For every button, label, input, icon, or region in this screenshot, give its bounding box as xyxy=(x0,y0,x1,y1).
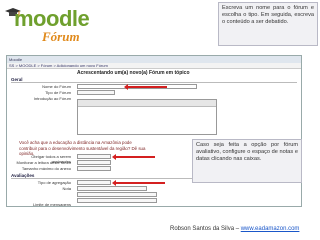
author-name: Robson Santos da Silva – xyxy=(170,226,241,232)
moodle-forum-logo: moodle Fórum xyxy=(4,2,90,46)
field-label-attachment: Tamanho máximo do anexo xyxy=(21,166,71,171)
editor-toolbar[interactable] xyxy=(78,100,216,107)
field-label-limit: Limite de mensagens xyxy=(32,202,71,207)
grade-select[interactable] xyxy=(77,186,147,191)
aggregate-select[interactable] xyxy=(77,180,111,185)
field-label-forum-type: Tipo de Fórum xyxy=(45,90,71,95)
field-label-intro: Introdução ao Fórum xyxy=(33,96,71,101)
site-link[interactable]: www.eadamazon.com xyxy=(241,226,300,232)
field-label-aggregate: Tipo de agregação xyxy=(37,180,71,185)
tracking-select[interactable] xyxy=(77,160,111,165)
logo-subtitle: Fórum xyxy=(42,29,80,44)
note-name-and-type: Escreva um nome para o fórum e escolha o… xyxy=(218,2,318,46)
breadcrumb[interactable]: SS > MOODLE > Fórum > Adicionando um nov… xyxy=(7,63,301,69)
date-from-select[interactable] xyxy=(77,192,157,197)
field-label-grade: Nota xyxy=(62,186,71,191)
intro-editor[interactable] xyxy=(77,99,217,135)
arrow-aggregate xyxy=(112,180,165,186)
date-to-select[interactable] xyxy=(77,198,157,203)
footer-credit: Robson Santos da Silva – www.eadamazon.c… xyxy=(170,226,299,232)
page-title: Acrescentando um(a) novo(a) Fórum em tóp… xyxy=(77,70,190,76)
field-label-forum-name: Nome do Fórum xyxy=(42,84,71,89)
site-header: Moodle xyxy=(7,56,301,63)
field-label-tracking: Monitorar a leitura deste fórum xyxy=(16,160,71,165)
section-general: Geral xyxy=(11,77,297,83)
note-graded-forum: Caso seja feita a opção por fórum avalia… xyxy=(192,139,302,183)
attachment-select[interactable] xyxy=(77,166,111,171)
moodle-form-screenshot: Moodle SS > MOODLE > Fórum > Adicionando… xyxy=(6,55,302,207)
arrow-subscribe xyxy=(112,154,155,160)
arrow-name xyxy=(124,84,167,90)
subscribe-select[interactable] xyxy=(77,154,111,159)
forum-type-select[interactable] xyxy=(77,90,115,95)
